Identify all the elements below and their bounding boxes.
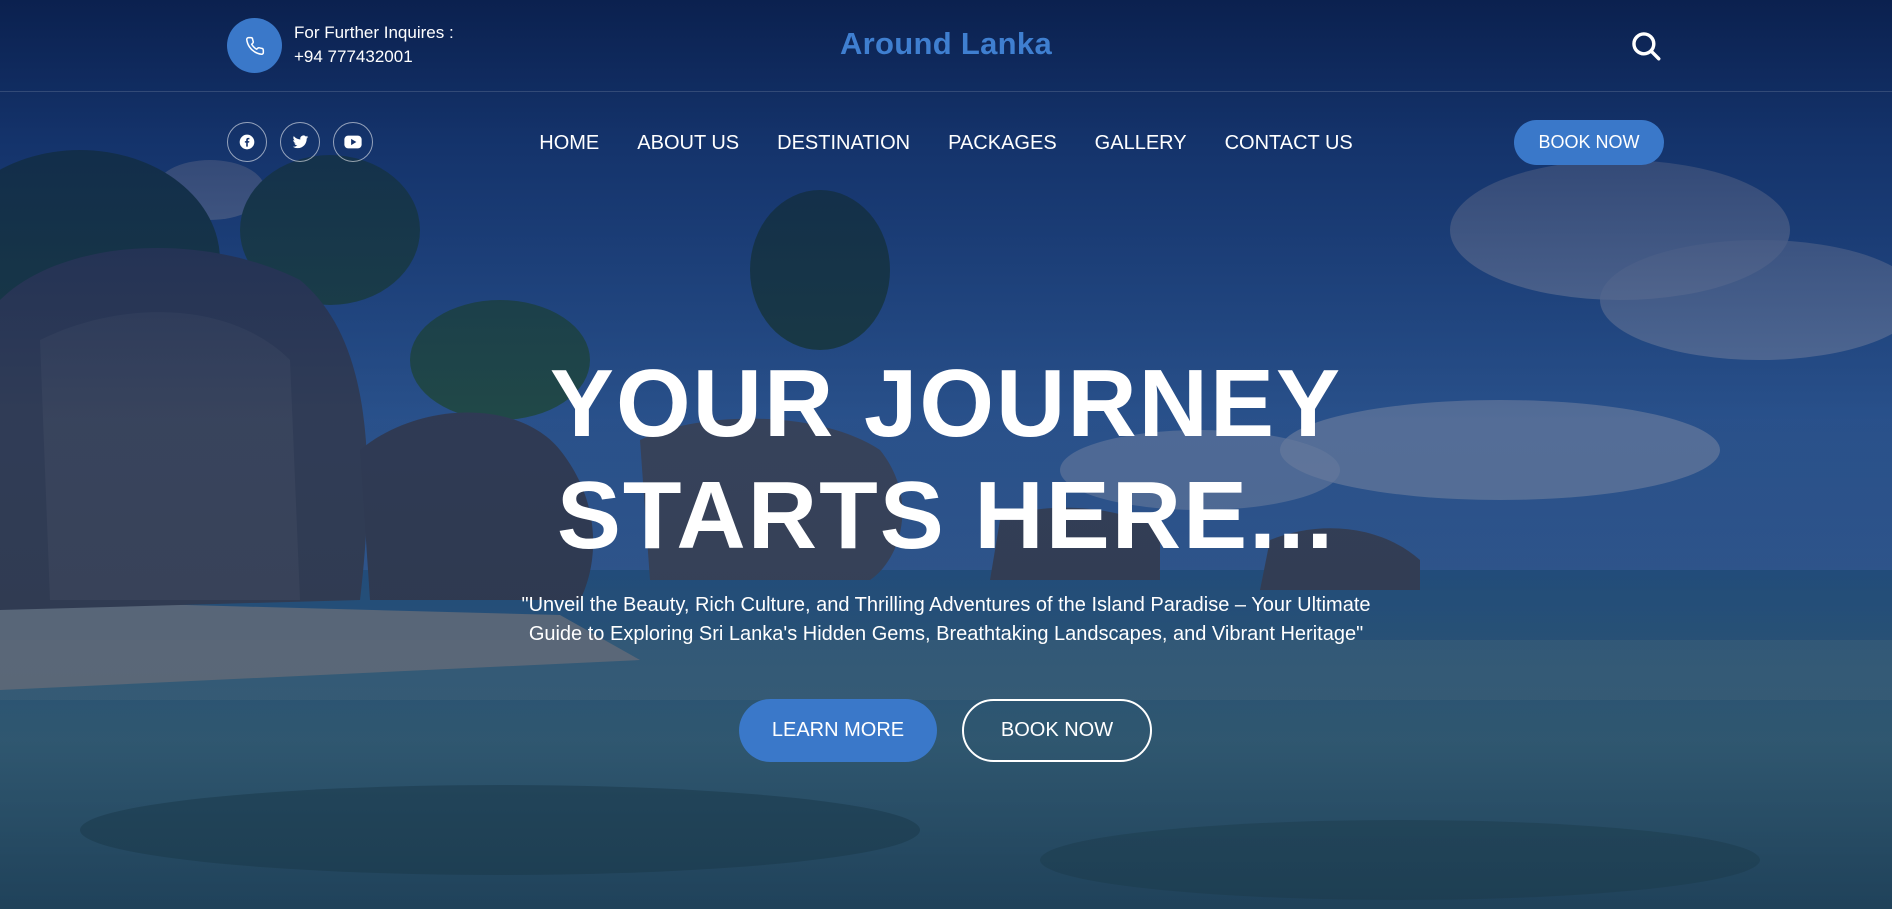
hero-tagline: "Unveil the Beauty, Rich Culture, and Th… xyxy=(521,594,1371,645)
nav-item-destination[interactable]: DESTINATION xyxy=(758,128,929,158)
hero-headline-line-1: YOUR JOURNEY xyxy=(549,350,1343,457)
hero-headline: YOUR JOURNEY STARTS HERE... xyxy=(0,348,1892,572)
book-now-header-button[interactable]: BOOK NOW xyxy=(1514,120,1664,165)
nav-item-packages[interactable]: PACKAGES xyxy=(929,128,1076,158)
brand-logo[interactable]: Around Lanka xyxy=(0,26,1892,62)
nav-item-home[interactable]: HOME xyxy=(520,128,618,158)
learn-more-button[interactable]: LEARN MORE xyxy=(739,699,937,762)
nav-item-contact-us[interactable]: CONTACT US xyxy=(1206,128,1372,158)
hero-headline-line-2: STARTS HERE... xyxy=(556,462,1336,569)
nav-item-gallery[interactable]: GALLERY xyxy=(1076,128,1206,158)
book-now-hero-button[interactable]: BOOK NOW xyxy=(962,699,1152,762)
search-icon[interactable] xyxy=(1628,28,1664,64)
top-bar: For Further Inquires : +94 777432001 Aro… xyxy=(0,0,1892,92)
nav-item-about-us[interactable]: ABOUT US xyxy=(618,128,758,158)
